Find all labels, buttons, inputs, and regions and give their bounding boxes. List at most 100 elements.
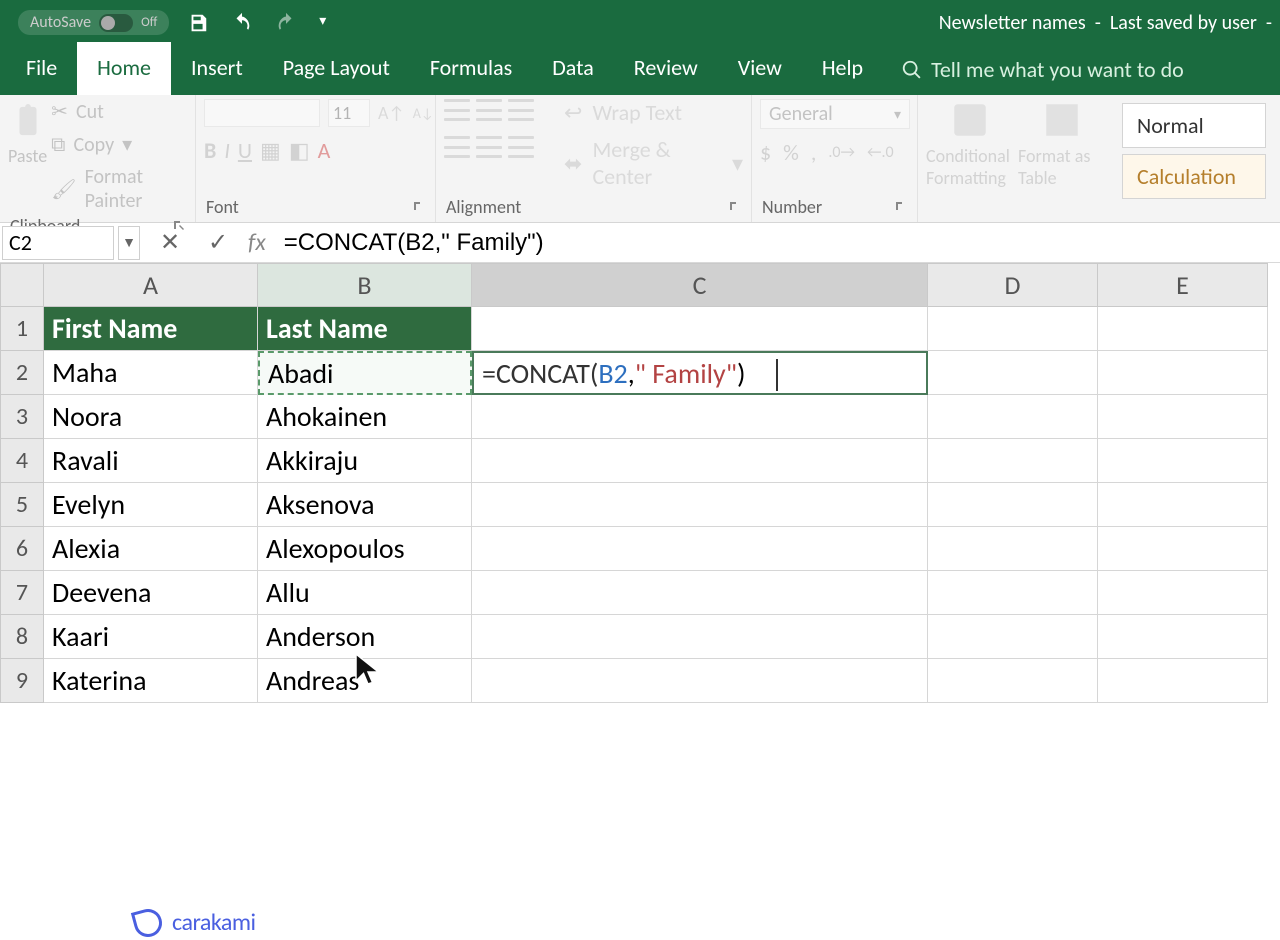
cell-d4[interactable] — [928, 439, 1098, 483]
dialog-launcher-icon[interactable] — [729, 201, 741, 213]
tab-insert[interactable]: Insert — [171, 42, 263, 95]
font-size-select[interactable]: 11 — [328, 99, 370, 127]
row-header-5[interactable]: 5 — [0, 483, 44, 527]
cell-a4[interactable]: Ravali — [44, 439, 258, 483]
row-header-4[interactable]: 4 — [0, 439, 44, 483]
row-header-1[interactable]: 1 — [0, 307, 44, 351]
increase-decimal-button[interactable]: .0→ — [828, 143, 855, 162]
tab-help[interactable]: Help — [802, 42, 883, 95]
cell-d2[interactable] — [928, 351, 1098, 395]
cell-c5[interactable] — [472, 483, 928, 527]
cell-e8[interactable] — [1098, 615, 1268, 659]
dialog-launcher-icon[interactable] — [895, 201, 907, 213]
cell-a5[interactable]: Evelyn — [44, 483, 258, 527]
cell-e5[interactable] — [1098, 483, 1268, 527]
row-header-7[interactable]: 7 — [0, 571, 44, 615]
cell-a6[interactable]: Alexia — [44, 527, 258, 571]
cell-a3[interactable]: Noora — [44, 395, 258, 439]
fx-icon[interactable]: fx — [248, 228, 266, 257]
undo-icon[interactable] — [231, 12, 253, 34]
paste-button[interactable]: Paste — [8, 99, 47, 167]
cell-d1[interactable] — [928, 307, 1098, 351]
cell-d6[interactable] — [928, 527, 1098, 571]
cell-e3[interactable] — [1098, 395, 1268, 439]
qat-customize-icon[interactable]: ▾ — [319, 12, 341, 34]
tab-page-layout[interactable]: Page Layout — [263, 42, 410, 95]
fill-color-button[interactable]: ◧ — [289, 137, 310, 164]
cell-c4[interactable] — [472, 439, 928, 483]
cell-e9[interactable] — [1098, 659, 1268, 703]
col-header-a[interactable]: A — [44, 263, 258, 307]
cell-e4[interactable] — [1098, 439, 1268, 483]
cell-a2[interactable]: Maha — [44, 351, 258, 395]
toggle-switch-icon[interactable] — [99, 14, 133, 32]
font-name-select[interactable] — [204, 99, 320, 127]
tell-me-search[interactable]: Tell me what you want to do — [901, 56, 1184, 95]
cell-d8[interactable] — [928, 615, 1098, 659]
wrap-text-button[interactable]: ↩Wrap Text — [564, 99, 682, 126]
row-header-9[interactable]: 9 — [0, 659, 44, 703]
horizontal-align-buttons[interactable] — [444, 136, 534, 190]
format-as-table-button[interactable]: Format as Table — [1018, 99, 1106, 189]
tab-formulas[interactable]: Formulas — [410, 42, 532, 95]
row-header-6[interactable]: 6 — [0, 527, 44, 571]
cell-b3[interactable]: Ahokainen — [258, 395, 472, 439]
cell-b1[interactable]: Last Name — [258, 307, 472, 351]
cell-c6[interactable] — [472, 527, 928, 571]
underline-button[interactable]: U — [238, 137, 252, 164]
autosave-toggle[interactable]: AutoSave Off — [18, 10, 169, 35]
tab-review[interactable]: Review — [614, 42, 718, 95]
cut-button[interactable]: ✂Cut — [51, 99, 187, 124]
select-all-corner[interactable] — [0, 263, 44, 307]
cell-d5[interactable] — [928, 483, 1098, 527]
tab-home[interactable]: Home — [77, 42, 171, 95]
cell-e6[interactable] — [1098, 527, 1268, 571]
cell-b4[interactable]: Akkiraju — [258, 439, 472, 483]
bold-button[interactable]: B — [204, 137, 216, 164]
name-box-dropdown[interactable]: ▼ — [118, 226, 140, 260]
tab-data[interactable]: Data — [532, 42, 614, 95]
cell-c2[interactable]: =CONCAT(B2," Family") — [472, 351, 928, 395]
cell-c3[interactable] — [472, 395, 928, 439]
vertical-align-buttons[interactable] — [444, 99, 534, 126]
col-header-b[interactable]: B — [258, 263, 472, 307]
cell-style-normal[interactable]: Normal — [1122, 103, 1266, 148]
decrease-decimal-button[interactable]: ←.0 — [867, 143, 894, 162]
currency-button[interactable]: $ — [760, 139, 771, 166]
cell-style-calculation[interactable]: Calculation — [1122, 154, 1266, 199]
cell-e1[interactable] — [1098, 307, 1268, 351]
row-header-2[interactable]: 2 — [0, 351, 44, 395]
cell-c7[interactable] — [472, 571, 928, 615]
copy-button[interactable]: ⧉Copy ▾ — [51, 132, 187, 157]
redo-icon[interactable] — [275, 12, 297, 34]
cell-d9[interactable] — [928, 659, 1098, 703]
number-format-select[interactable]: General▾ — [760, 99, 910, 129]
borders-button[interactable]: ▦ — [260, 137, 281, 164]
save-icon[interactable] — [187, 12, 209, 34]
row-header-3[interactable]: 3 — [0, 395, 44, 439]
font-color-button[interactable]: A — [318, 137, 331, 164]
tab-file[interactable]: File — [6, 42, 77, 95]
cell-a1[interactable]: First Name — [44, 307, 258, 351]
format-painter-button[interactable]: 🖌Format Painter — [51, 165, 187, 213]
cell-b6[interactable]: Alexopoulos — [258, 527, 472, 571]
comma-button[interactable]: , — [811, 139, 817, 166]
cell-b2[interactable]: Abadi — [258, 351, 472, 395]
row-header-8[interactable]: 8 — [0, 615, 44, 659]
col-header-c[interactable]: C — [472, 263, 928, 307]
cell-b5[interactable]: Aksenova — [258, 483, 472, 527]
formula-input[interactable] — [276, 225, 1280, 261]
cell-c9[interactable] — [472, 659, 928, 703]
cell-a9[interactable]: Katerina — [44, 659, 258, 703]
tab-view[interactable]: View — [718, 42, 802, 95]
col-header-e[interactable]: E — [1098, 263, 1268, 307]
cancel-formula-icon[interactable]: ✕ — [158, 228, 182, 257]
cell-c1[interactable] — [472, 307, 928, 351]
cell-c8[interactable] — [472, 615, 928, 659]
increase-font-icon[interactable]: A↑ — [378, 102, 405, 124]
cell-b7[interactable]: Allu — [258, 571, 472, 615]
cell-e7[interactable] — [1098, 571, 1268, 615]
cell-a7[interactable]: Deevena — [44, 571, 258, 615]
decrease-font-icon[interactable]: A↓ — [413, 105, 434, 122]
cell-e2[interactable] — [1098, 351, 1268, 395]
